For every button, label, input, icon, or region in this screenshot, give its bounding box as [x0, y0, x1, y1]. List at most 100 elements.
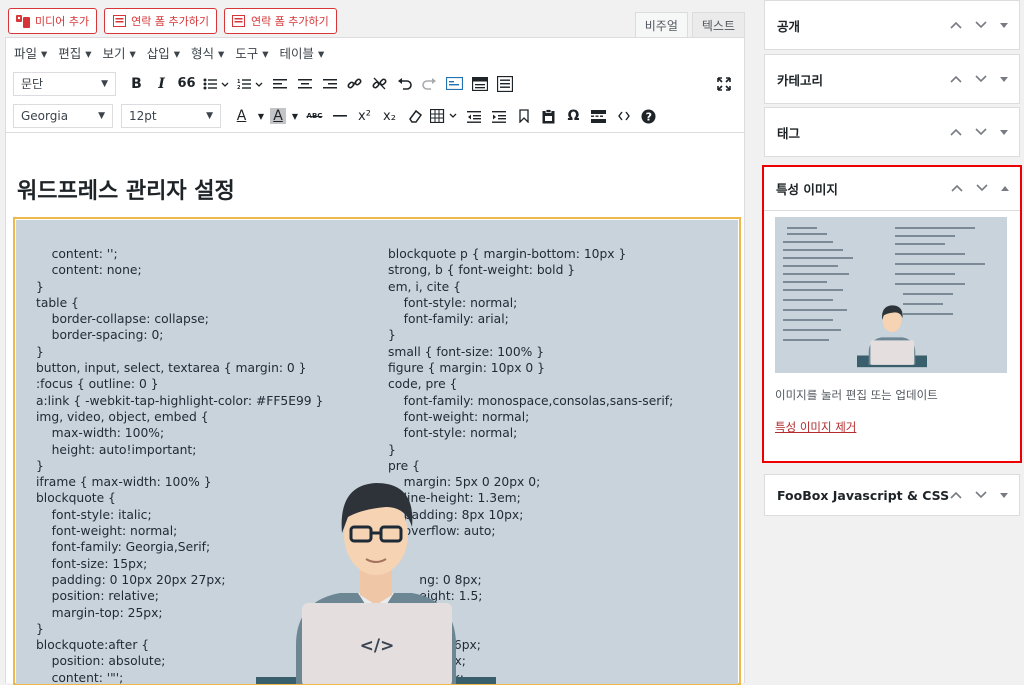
unlink-icon: [372, 77, 387, 90]
toggle-panel-icon[interactable]: [1000, 73, 1008, 86]
insert-link-button[interactable]: [342, 71, 367, 97]
help-button[interactable]: ?: [636, 103, 661, 129]
featured-image-panel-header[interactable]: 특성 이미지: [764, 167, 1020, 211]
undo-button[interactable]: [392, 71, 417, 97]
clear-formatting-button[interactable]: [402, 103, 427, 129]
foobox-panel-header[interactable]: FooBox Javascript & CSS: [765, 475, 1019, 515]
featured-image-thumbnail[interactable]: [775, 217, 1007, 373]
toggle-panel-icon[interactable]: [1000, 489, 1008, 502]
redo-button[interactable]: [417, 71, 442, 97]
move-down-icon[interactable]: [975, 126, 987, 139]
strikethrough-button[interactable]: ABC: [302, 103, 327, 129]
highlight-label: A: [270, 108, 286, 124]
help-icon: ?: [641, 109, 656, 123]
move-down-icon[interactable]: [975, 19, 987, 32]
align-right-icon: [322, 78, 337, 88]
panel-title: 태그: [777, 125, 801, 141]
insert-readmore-button[interactable]: [467, 71, 492, 97]
form-icon: [232, 14, 246, 28]
italic-button[interactable]: I: [149, 71, 174, 97]
bookmark-button[interactable]: [511, 103, 536, 129]
toggle-panel-icon[interactable]: [1000, 126, 1008, 139]
tab-text[interactable]: 텍스트: [691, 12, 745, 37]
chevron-down-icon[interactable]: ▼: [288, 103, 302, 129]
featured-image-help-text: 이미지를 눌러 편집 또는 업데이트: [775, 388, 938, 402]
bullet-list-button[interactable]: [199, 71, 233, 97]
menu-insert[interactable]: 삽입 ▾: [147, 43, 180, 62]
move-down-icon[interactable]: [975, 73, 987, 86]
align-left-button[interactable]: [267, 71, 292, 97]
add-contact-form-button[interactable]: 연락 폼 추가하기: [104, 8, 217, 34]
paste-text-button[interactable]: [536, 103, 561, 129]
code-button[interactable]: [611, 103, 636, 129]
subscript-button[interactable]: x₂: [377, 103, 402, 129]
selected-image-frame[interactable]: content: ''; content: none; } table { bo…: [13, 217, 741, 685]
add-contact-form-label: 연락 폼 추가하기: [131, 15, 209, 28]
developer-illustration: </>: [256, 483, 496, 684]
featured-image-panel: 특성 이미지 이미지를 눌러 편집 또는 업데이트 특성 이미지 제거: [762, 165, 1022, 463]
publish-panel-header[interactable]: 공개: [765, 1, 1019, 49]
toolbar-row-2: Georgia ▼ 12pt ▼ A ▼ A ▼ ABC x² x₂ Ω ?: [5, 100, 745, 133]
tags-panel-header[interactable]: 태그: [765, 108, 1019, 156]
chevron-down-icon: ▼: [98, 111, 105, 121]
align-center-button[interactable]: [292, 71, 317, 97]
menu-table[interactable]: 테이블 ▾: [280, 43, 325, 62]
insert-form-button[interactable]: [442, 71, 467, 97]
panel-controls: [950, 73, 1008, 86]
table-button[interactable]: [427, 103, 461, 129]
clipboard-icon: [542, 108, 555, 123]
add-media-button[interactable]: 미디어 추가: [8, 8, 98, 34]
form-insert-icon: [446, 77, 463, 90]
move-up-icon[interactable]: [950, 126, 962, 139]
align-right-button[interactable]: [317, 71, 342, 97]
categories-panel-header[interactable]: 카테고리: [765, 55, 1019, 103]
font-family-select[interactable]: Georgia ▼: [13, 104, 113, 128]
move-up-icon[interactable]: [950, 73, 962, 86]
superscript-button[interactable]: x²: [352, 103, 377, 129]
menu-view[interactable]: 보기 ▾: [103, 43, 136, 62]
panel-title: 카테고리: [777, 72, 824, 88]
redo-icon: [422, 78, 436, 90]
menu-file[interactable]: 파일 ▾: [14, 43, 47, 62]
menu-format[interactable]: 형식 ▾: [191, 43, 224, 62]
move-up-icon[interactable]: [951, 182, 963, 195]
format-select[interactable]: 문단 ▼: [13, 71, 116, 96]
code-illustration-image: content: ''; content: none; } table { bo…: [16, 220, 738, 684]
add-contact-form-button-2[interactable]: 연락 폼 추가하기: [223, 8, 337, 34]
toolbar-toggle-icon: [496, 75, 513, 92]
format-select-value: 문단: [21, 77, 44, 91]
menu-edit[interactable]: 편집 ▾: [58, 43, 91, 62]
toolbar-toggle-button[interactable]: [492, 71, 517, 97]
move-down-icon[interactable]: [976, 182, 988, 195]
editor-content-area[interactable]: 워드프레스 관리자 설정 content: ''; content: none;…: [5, 133, 745, 685]
remove-link-button[interactable]: [367, 71, 392, 97]
background-color-button[interactable]: A: [268, 103, 288, 129]
panel-title: FooBox Javascript & CSS: [777, 487, 950, 503]
remove-featured-image-link[interactable]: 특성 이미지 제거: [775, 419, 856, 435]
foobox-panel: FooBox Javascript & CSS: [764, 474, 1020, 516]
text-color-button[interactable]: A: [229, 103, 254, 129]
numbered-list-button[interactable]: 12: [233, 71, 267, 97]
special-character-button[interactable]: Ω: [561, 103, 586, 129]
tab-visual[interactable]: 비주얼: [634, 12, 688, 37]
outdent-button[interactable]: [461, 103, 486, 129]
menu-tools[interactable]: 도구 ▾: [235, 43, 268, 62]
move-down-icon[interactable]: [975, 489, 987, 502]
move-up-icon[interactable]: [950, 19, 962, 32]
chevron-down-icon: ▼: [101, 78, 108, 89]
chevron-down-icon: ▼: [206, 111, 213, 121]
move-up-icon[interactable]: [950, 489, 962, 502]
table-icon: [430, 109, 457, 123]
font-size-value: 12pt: [129, 109, 157, 123]
collapse-panel-icon[interactable]: [1001, 182, 1009, 195]
fullscreen-icon: [716, 76, 731, 91]
indent-button[interactable]: [486, 103, 511, 129]
page-break-button[interactable]: [586, 103, 611, 129]
chevron-down-icon[interactable]: ▼: [254, 103, 268, 129]
blockquote-button[interactable]: 66: [174, 71, 199, 97]
horizontal-line-button[interactable]: [327, 103, 352, 129]
toggle-panel-icon[interactable]: [1000, 19, 1008, 32]
fullscreen-button[interactable]: [711, 71, 736, 97]
font-size-select[interactable]: 12pt ▼: [121, 104, 221, 128]
bold-button[interactable]: B: [124, 71, 149, 97]
